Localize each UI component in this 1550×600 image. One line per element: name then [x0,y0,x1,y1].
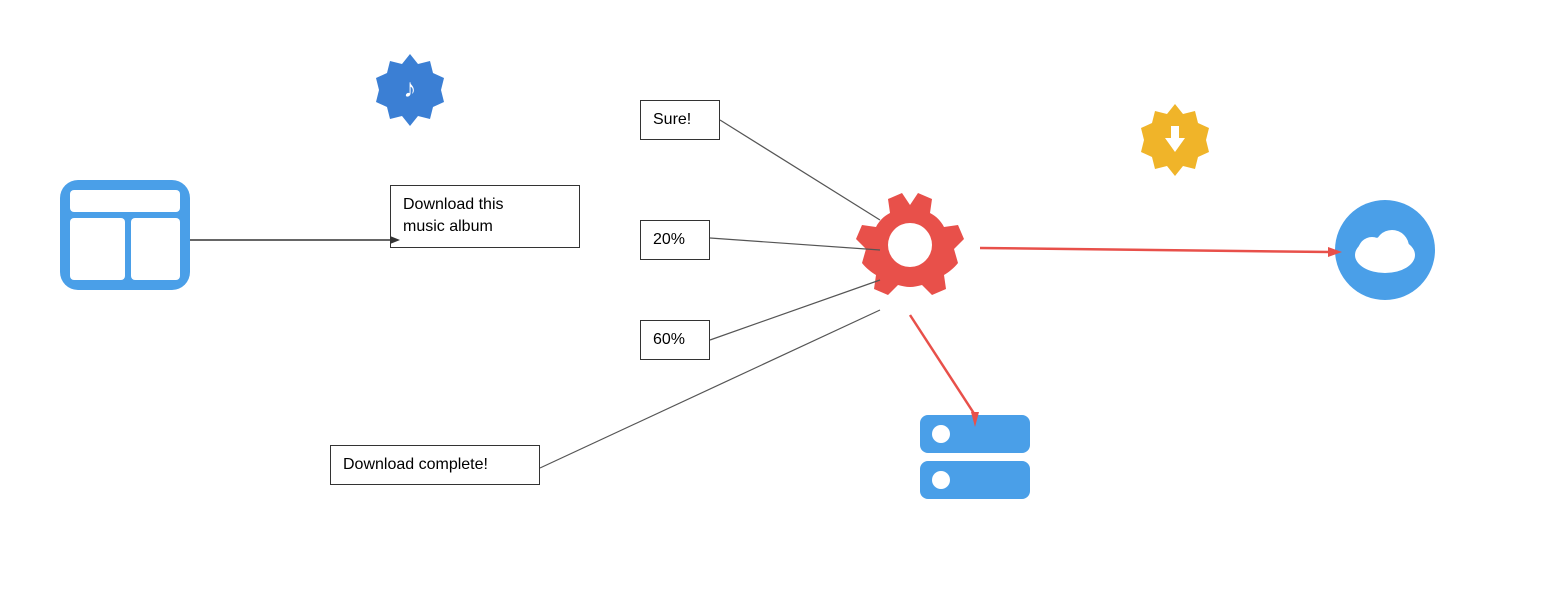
server-dot-1 [932,425,950,443]
gear-icon [840,175,980,315]
browser-left-panel [70,218,125,280]
server-dot-2 [932,471,950,489]
cloud-icon [1330,195,1440,305]
browser-bottom-row [70,218,180,280]
browser-right-panel [131,218,181,280]
download-album-label: Download thismusic album [403,196,504,235]
server-container [920,415,1030,507]
download-complete-textbox: Download complete! [330,445,540,485]
diagram-container: ♪ Download thismusic album Sure! 20% 60%… [0,0,1550,600]
server-block-2 [920,461,1030,499]
download-album-textbox: Download thismusic album [390,185,580,248]
download-complete-label: Download complete! [343,456,488,473]
sure-label: Sure! [653,111,691,128]
browser-top-bar [70,190,180,212]
percent-20-textbox: 20% [640,220,710,260]
percent-20-label: 20% [653,231,685,248]
download-badge-icon [1135,100,1215,180]
percent-60-textbox: 60% [640,320,710,360]
music-badge-icon: ♪ [370,50,450,130]
sure-textbox: Sure! [640,100,720,140]
svg-text:♪: ♪ [404,73,417,103]
server-block-1 [920,415,1030,453]
browser-icon [60,180,190,290]
arrows-overlay [0,0,1550,600]
percent-60-label: 60% [653,331,685,348]
